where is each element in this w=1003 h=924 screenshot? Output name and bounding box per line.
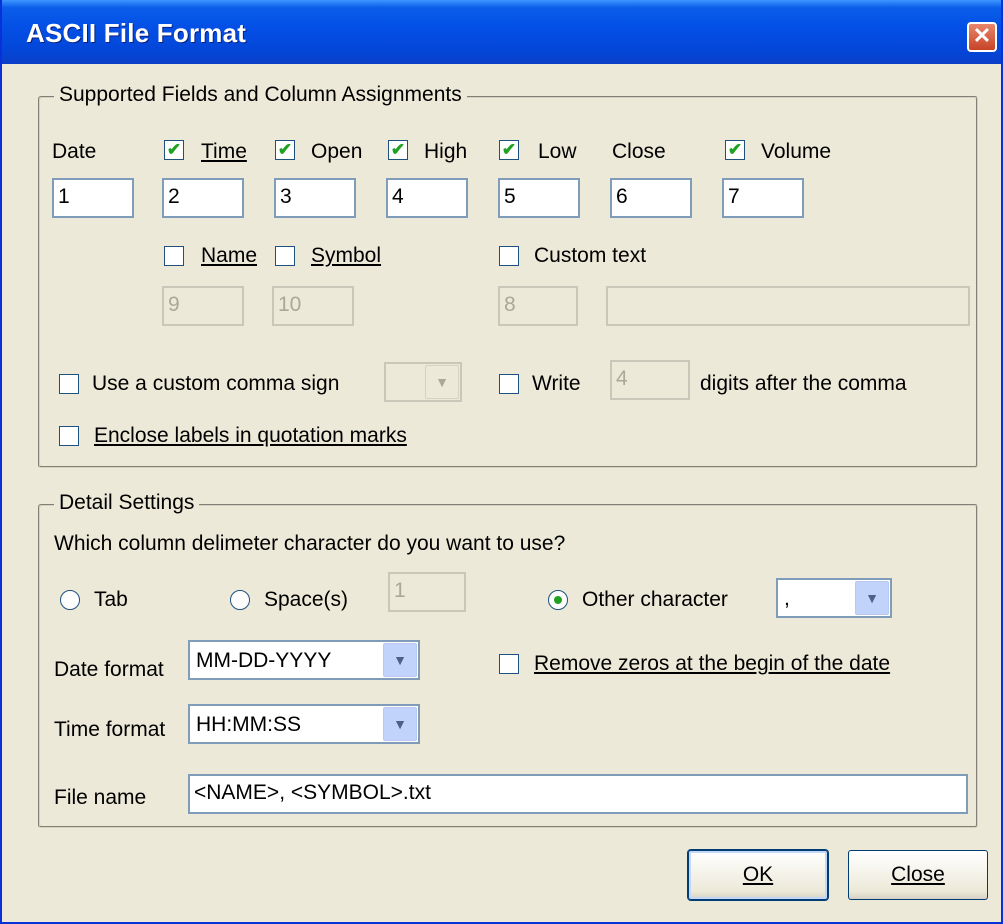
close-column-input[interactable]: 6 [610, 178, 692, 218]
volume-checkbox[interactable]: ✔ [725, 140, 745, 160]
ok-button[interactable]: OK [688, 850, 828, 900]
custom-text-checkbox[interactable] [499, 246, 519, 266]
delimiter-question: Which column delimeter character do you … [54, 532, 566, 555]
fields-group-legend: Supported Fields and Column Assignments [54, 83, 467, 107]
high-label[interactable]: High [424, 140, 467, 164]
chevron-down-icon[interactable]: ▼ [425, 365, 459, 399]
date-format-label: Date format [54, 658, 164, 681]
volume-label[interactable]: Volume [761, 140, 831, 164]
detail-group-legend: Detail Settings [54, 491, 200, 515]
spaces-radio[interactable] [230, 590, 250, 610]
close-label: Close [612, 140, 666, 163]
other-character-label[interactable]: Other character [582, 588, 728, 612]
open-column-input[interactable]: 3 [274, 178, 356, 218]
symbol-column-input[interactable]: 10 [272, 286, 354, 326]
dialog-title: ASCII File Format [26, 18, 247, 48]
symbol-label[interactable]: Symbol [311, 244, 381, 268]
name-checkbox[interactable] [164, 246, 184, 266]
low-label[interactable]: Low [538, 140, 577, 164]
close-button-label: Close [891, 863, 945, 886]
write-label[interactable]: Write [532, 372, 581, 396]
symbol-checkbox[interactable] [275, 246, 295, 266]
date-format-select[interactable]: MM-DD-YYYY ▼ [188, 640, 420, 680]
dialog-window: ASCII File Format ✕ Supported Fields and… [0, 0, 1003, 924]
custom-text-column-input[interactable]: 8 [498, 286, 578, 326]
name-label[interactable]: Name [201, 244, 257, 268]
spaces-label[interactable]: Space(s) [264, 588, 348, 612]
time-format-label: Time format [54, 718, 166, 741]
custom-comma-label[interactable]: Use a custom comma sign [92, 372, 339, 396]
time-label[interactable]: Time [201, 140, 247, 164]
file-name-label: File name [54, 786, 147, 809]
close-icon[interactable]: ✕ [967, 22, 997, 52]
name-column-input[interactable]: 9 [162, 286, 244, 326]
remove-zeros-label[interactable]: Remove zeros at the begin of the date [534, 652, 890, 676]
tab-radio[interactable] [60, 590, 80, 610]
custom-comma-checkbox[interactable] [59, 374, 79, 394]
high-column-input[interactable]: 4 [386, 178, 468, 218]
other-character-radio[interactable] [548, 590, 568, 610]
time-column-input[interactable]: 2 [162, 178, 244, 218]
time-format-value: HH:MM:SS [196, 713, 301, 736]
custom-comma-select[interactable]: ▼ [384, 362, 462, 402]
enclose-labels-label[interactable]: Enclose labels in quotation marks [94, 424, 407, 448]
volume-column-input[interactable]: 7 [722, 178, 804, 218]
close-button[interactable]: Close [848, 850, 988, 900]
digits-suffix-label: digits after the comma [700, 372, 907, 395]
chevron-down-icon[interactable]: ▼ [855, 581, 889, 615]
low-column-input[interactable]: 5 [498, 178, 580, 218]
file-name-input[interactable]: <NAME>, <SYMBOL>.txt [188, 774, 968, 814]
time-format-select[interactable]: HH:MM:SS ▼ [188, 704, 420, 744]
digits-input[interactable]: 4 [610, 360, 690, 400]
high-checkbox[interactable]: ✔ [388, 140, 408, 160]
low-checkbox[interactable]: ✔ [499, 140, 519, 160]
ok-button-label: OK [742, 863, 774, 886]
open-label[interactable]: Open [311, 140, 362, 164]
write-checkbox[interactable] [499, 374, 519, 394]
chevron-down-icon[interactable]: ▼ [383, 643, 417, 677]
title-bar[interactable]: ASCII File Format ✕ [2, 0, 1001, 64]
custom-text-label[interactable]: Custom text [534, 244, 646, 268]
custom-text-input[interactable] [606, 286, 970, 326]
remove-zeros-checkbox[interactable] [499, 654, 519, 674]
enclose-labels-checkbox[interactable] [59, 426, 79, 446]
tab-label[interactable]: Tab [94, 588, 128, 612]
date-column-input[interactable]: 1 [52, 178, 134, 218]
spaces-count-input[interactable]: 1 [388, 572, 466, 612]
open-checkbox[interactable]: ✔ [275, 140, 295, 160]
chevron-down-icon[interactable]: ▼ [383, 707, 417, 741]
date-format-value: MM-DD-YYYY [196, 649, 332, 672]
other-character-select[interactable]: , ▼ [776, 578, 892, 618]
time-checkbox[interactable]: ✔ [164, 140, 184, 160]
other-character-value: , [784, 587, 790, 610]
date-label: Date [52, 140, 97, 163]
